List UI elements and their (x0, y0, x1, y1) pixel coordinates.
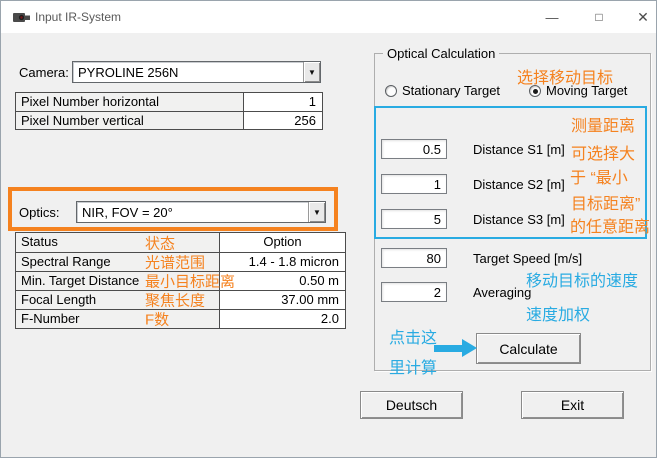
radio-circle-icon (385, 85, 397, 97)
table-row: Pixel Number vertical 256 (16, 111, 322, 129)
averaging-label: Averaging (473, 285, 531, 300)
camera-dropdown[interactable]: PYROLINE 256N ▼ (72, 61, 321, 83)
table-row: Min. Target Distance 最小目标距离 0.50 m (16, 271, 345, 290)
click-here-annotation-line1: 点击这 (389, 324, 437, 348)
camera-dropdown-value: PYROLINE 256N (78, 65, 178, 80)
stationary-target-label: Stationary Target (402, 83, 500, 98)
pixel-vertical-value: 256 (243, 112, 322, 129)
f-number-label: F-Number (16, 310, 219, 328)
arrow-right-icon (462, 339, 477, 357)
camera-label: Camera: (19, 65, 69, 80)
focal-length-value: 37.00 mm (219, 291, 345, 309)
groupbox-title: Optical Calculation (383, 46, 499, 61)
status-table: Status 状态 Option Spectral Range 光谱范围 1.4… (15, 232, 346, 329)
pixel-horizontal-value: 1 (243, 93, 322, 111)
pixel-table: Pixel Number horizontal 1 Pixel Number v… (15, 92, 323, 130)
optics-dropdown[interactable]: NIR, FOV = 20° ▼ (76, 201, 326, 223)
table-row: Status 状态 Option (16, 233, 345, 252)
camera-icon (13, 11, 30, 24)
averaging-input[interactable] (381, 282, 447, 302)
status-label: Status (16, 233, 219, 252)
chevron-down-icon[interactable]: ▼ (303, 62, 320, 82)
f-number-cn-annotation: F数 (145, 309, 169, 330)
distance-annotation-line2: 于 “最小 (570, 164, 628, 188)
status-cn-annotation: 状态 (145, 232, 175, 253)
exit-button[interactable]: Exit (521, 391, 624, 419)
pixel-horizontal-label: Pixel Number horizontal (16, 93, 243, 111)
speed-weighting-annotation: 速度加权 (526, 301, 590, 325)
arrow-right-icon (434, 345, 463, 352)
click-here-annotation-line2: 里计算 (389, 354, 437, 378)
table-row: Pixel Number horizontal 1 (16, 93, 322, 111)
f-number-value: 2.0 (219, 310, 345, 328)
input-ir-system-dialog: Input IR-System — □ ✕ Camera: PYROLINE 2… (0, 0, 657, 458)
deutsch-button[interactable]: Deutsch (360, 391, 463, 419)
distance-annotation-line1: 可选择大 (571, 140, 635, 164)
optics-label: Optics: (19, 205, 59, 220)
calculate-button[interactable]: Calculate (476, 333, 581, 364)
maximize-button[interactable]: □ (583, 1, 615, 33)
close-button[interactable]: ✕ (627, 1, 657, 33)
target-speed-input[interactable] (381, 248, 447, 268)
table-row: F-Number F数 2.0 (16, 309, 345, 328)
optics-dropdown-value: NIR, FOV = 20° (82, 205, 173, 220)
select-moving-target-annotation: 选择移动目标 (517, 64, 613, 88)
window-title: Input IR-System (35, 10, 121, 24)
distance-annotation-line4: 的任意距离 (570, 213, 650, 237)
title-bar: Input IR-System — □ ✕ (1, 1, 656, 33)
focal-length-cn-annotation: 聚焦长度 (145, 290, 205, 311)
min-target-distance-cn-annotation: 最小目标距离 (145, 271, 235, 292)
target-speed-label: Target Speed [m/s] (473, 251, 582, 266)
spectral-range-cn-annotation: 光谱范围 (145, 252, 205, 273)
chevron-down-icon[interactable]: ▼ (308, 202, 325, 222)
minimize-button[interactable]: — (536, 1, 568, 33)
distance-annotation-line3: 目标距离” (571, 190, 640, 214)
pixel-vertical-label: Pixel Number vertical (16, 112, 243, 129)
stationary-target-radio[interactable]: Stationary Target (385, 83, 500, 98)
spectral-range-value: 1.4 - 1.8 micron (219, 253, 345, 271)
min-target-distance-value: 0.50 m (219, 272, 345, 290)
status-value: Option (219, 233, 345, 252)
table-row: Spectral Range 光谱范围 1.4 - 1.8 micron (16, 252, 345, 271)
moving-speed-annotation: 移动目标的速度 (526, 267, 638, 291)
table-row: Focal Length 聚焦长度 37.00 mm (16, 290, 345, 309)
measure-distance-annotation: 测量距离 (571, 112, 635, 136)
